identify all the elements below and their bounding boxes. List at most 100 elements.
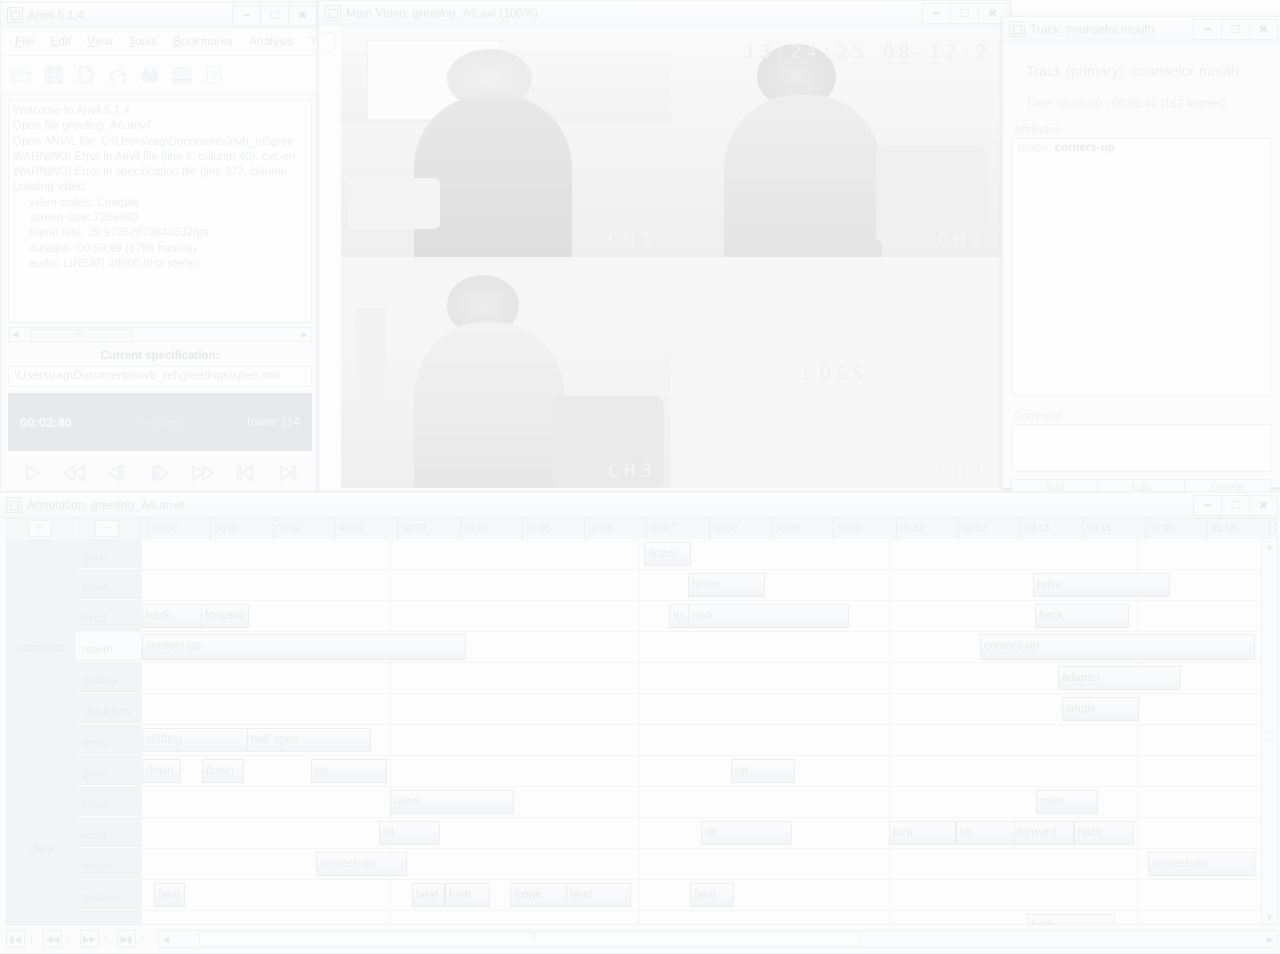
video-titlebar[interactable]: Main Video: greeting_A6.avi (100%) ━ ☐ ✖ <box>319 1 1009 26</box>
track-row-counselor-brows[interactable]: brows frown raise <box>75 570 1277 601</box>
scroll-up-icon[interactable]: ▲ <box>1262 539 1277 553</box>
annotation-element[interactable]: iconic <box>510 883 567 907</box>
scroll-down-icon[interactable]: ▼ <box>1262 910 1277 924</box>
annotation-element[interactable]: raise <box>1033 573 1170 597</box>
annotation-element[interactable]: beat <box>690 883 734 907</box>
scroll-thumb[interactable] <box>30 329 132 342</box>
annotation-element[interactable]: tu.. <box>669 604 689 628</box>
annotation-element[interactable]: tilt <box>701 821 792 845</box>
annotation-element[interactable]: up <box>311 759 387 783</box>
comment-field[interactable] <box>1012 424 1271 472</box>
minimize-icon[interactable]: ━ <box>922 2 951 24</box>
annotation-element[interactable]: single <box>1062 697 1139 721</box>
annotation-element[interactable]: half-open <box>247 728 371 752</box>
track-row-client-brows[interactable]: brows raise raise <box>75 787 1277 818</box>
video-quadrant-ch4[interactable]: LOSS CH4 <box>671 257 1001 488</box>
save-disk-icon[interactable] <box>39 61 69 89</box>
go-start-icon[interactable] <box>230 460 260 486</box>
attributes-list[interactable]: shape: corners-up <box>1012 138 1271 396</box>
step-back-icon[interactable] <box>102 460 132 486</box>
track-row-client-shoulders[interactable]: shoulders both <box>75 911 1277 924</box>
scroll-left-icon[interactable]: ◀ <box>159 935 173 944</box>
track-lane[interactable]: both <box>141 911 1277 924</box>
menu-tools[interactable]: Tools <box>121 32 165 50</box>
timeline-horizontal-scrollbar[interactable]: ◀ ▶ <box>158 930 1278 948</box>
menu-file[interactable]: FFileile <box>7 32 42 50</box>
go-end-icon[interactable] <box>273 460 303 486</box>
minimize-icon[interactable]: ━ <box>1193 494 1222 516</box>
zoom-in-button[interactable]: + <box>7 519 74 538</box>
annotation-element[interactable]: both <box>1027 914 1115 924</box>
track-titlebar[interactable]: Track: counselor.mouth ━ ☐ ✖ <box>1003 17 1280 42</box>
spec-path-field[interactable]: :\Users\rag\Documents\nvb_rel\greetings\… <box>8 366 312 387</box>
help-icon[interactable]: ? <box>199 61 229 89</box>
timeline-vertical-scrollbar[interactable]: ▲ ▼ <box>1261 539 1278 925</box>
menu-edit[interactable]: Edit <box>42 32 79 50</box>
go-start-icon[interactable]: ▮◀ <box>6 930 25 948</box>
annotation-element[interactable]: forward <box>201 604 249 628</box>
annotation-element[interactable]: raise <box>390 790 514 814</box>
next-icon[interactable]: ▶▶ <box>80 930 100 948</box>
track-lane[interactable]: back forward tu.. nod back <box>141 601 1277 631</box>
track-lane[interactable]: frown raise <box>141 570 1277 600</box>
annotation-element[interactable]: corners-up <box>142 634 466 660</box>
track-row-counselor-gesture[interactable]: gesture adapter <box>75 663 1277 694</box>
fast-forward-icon[interactable] <box>188 460 218 486</box>
step-forward-icon[interactable] <box>145 460 175 486</box>
menu-analysis[interactable]: Analysis <box>241 32 302 50</box>
binoculars-icon[interactable] <box>135 61 165 89</box>
scroll-right-icon[interactable]: ▶ <box>298 329 311 340</box>
annotation-element[interactable]: up <box>731 759 795 783</box>
annotation-element[interactable]: down <box>202 759 244 783</box>
annotation-element[interactable]: beat <box>566 883 631 907</box>
annotation-element[interactable]: tilt <box>379 821 440 845</box>
scroll-track[interactable] <box>22 329 298 342</box>
track-lane[interactable]: shifting half-open <box>141 725 1277 755</box>
new-file-icon[interactable] <box>71 61 101 89</box>
annotation-element[interactable]: down <box>644 542 691 566</box>
track-lane[interactable]: beat beat beat iconic beat beat <box>141 880 1277 910</box>
timeline-grid[interactable]: counselor gaze down brows frown raise head back… <box>6 539 1278 925</box>
annotation-element[interactable]: adapter <box>1058 666 1181 690</box>
annotation-element[interactable]: frown <box>688 573 765 597</box>
menu-bookmarks[interactable]: Bookmarks <box>165 32 241 50</box>
track-lane[interactable]: corners-up corners-up <box>141 632 1277 662</box>
track-row-client-gesture[interactable]: gesture beat beat beat iconic beat beat <box>75 880 1277 911</box>
track-lane[interactable]: down <box>141 539 1277 569</box>
track-lane[interactable]: raise raise <box>141 787 1277 817</box>
anvil-titlebar[interactable]: Anvil 5.1.4 ━ ☐ ✖ <box>1 3 319 28</box>
annotation-element[interactable]: corners-up <box>1148 852 1255 876</box>
refresh-icon[interactable] <box>103 61 133 89</box>
close-icon[interactable]: ✖ <box>1249 18 1278 40</box>
go-end-icon[interactable]: ▶▮ <box>117 930 137 948</box>
maximize-icon[interactable]: ☐ <box>1221 18 1250 40</box>
minimize-icon[interactable]: ━ <box>232 4 261 26</box>
track-row-client-head[interactable]: head tilt tilt turn tilt forward back <box>75 818 1277 849</box>
annotation-element[interactable]: raise <box>1036 790 1098 814</box>
track-lane[interactable]: single <box>141 694 1277 724</box>
play-icon[interactable] <box>17 460 47 486</box>
video-quadrant-ch1[interactable]: CH1 <box>341 26 671 257</box>
annotation-element[interactable]: corners-up <box>980 634 1255 660</box>
annotation-element[interactable]: tilt <box>956 821 1015 845</box>
close-icon[interactable]: ✖ <box>288 4 317 26</box>
scroll-thumb[interactable] <box>1265 731 1274 740</box>
timeline-ruler[interactable]: + − 00:00 00:00 00:01 00:02 00:03 00:04 00:05 0… <box>6 518 1278 541</box>
annotation-element[interactable]: shifting <box>142 728 248 752</box>
track-lane[interactable]: corners-up corners-up <box>141 849 1277 879</box>
track-row-counselor-arms[interactable]: arms shifting half-open <box>75 725 1277 756</box>
maximize-icon[interactable]: ☐ <box>260 4 289 26</box>
anvil-log-panel[interactable]: Welcome to Anvil 5.1.4 Open file greetin… <box>8 100 312 323</box>
annotation-element[interactable]: nod <box>688 604 849 628</box>
open-folder-icon[interactable] <box>7 61 37 89</box>
track-row-counselor-gaze[interactable]: gaze down <box>75 539 1277 570</box>
annotation-titlebar[interactable]: Annotation: greeting_A6.anvil ━ ☐ ✖ <box>0 493 1280 518</box>
track-lane[interactable]: down down up up <box>141 756 1277 786</box>
track-row-counselor-mouth[interactable]: mouth corners-up corners-up <box>75 632 1277 663</box>
annotation-element[interactable]: back <box>142 604 202 628</box>
log-horizontal-scrollbar[interactable]: ◀ ▶ <box>8 327 312 342</box>
scroll-left-icon[interactable]: ◀ <box>9 329 22 340</box>
maximize-icon[interactable]: ☐ <box>950 2 979 24</box>
close-icon[interactable]: ✖ <box>1249 494 1278 516</box>
annotation-element[interactable]: back <box>1074 821 1134 845</box>
